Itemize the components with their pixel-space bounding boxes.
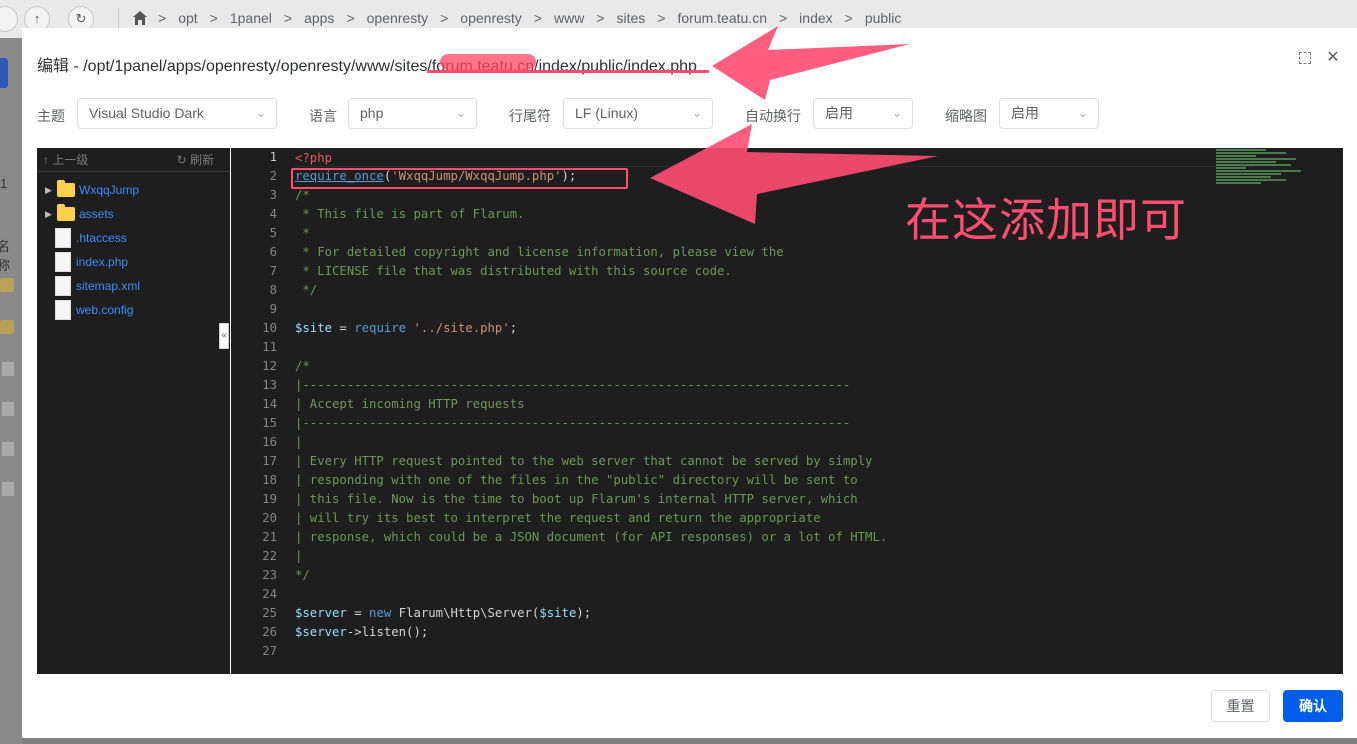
arrow-annotation-top [712,26,910,100]
annotation-arrows [650,26,938,224]
arrow-annotation-code [650,124,938,224]
annotation-text: 在这添加即可 [905,193,1187,247]
